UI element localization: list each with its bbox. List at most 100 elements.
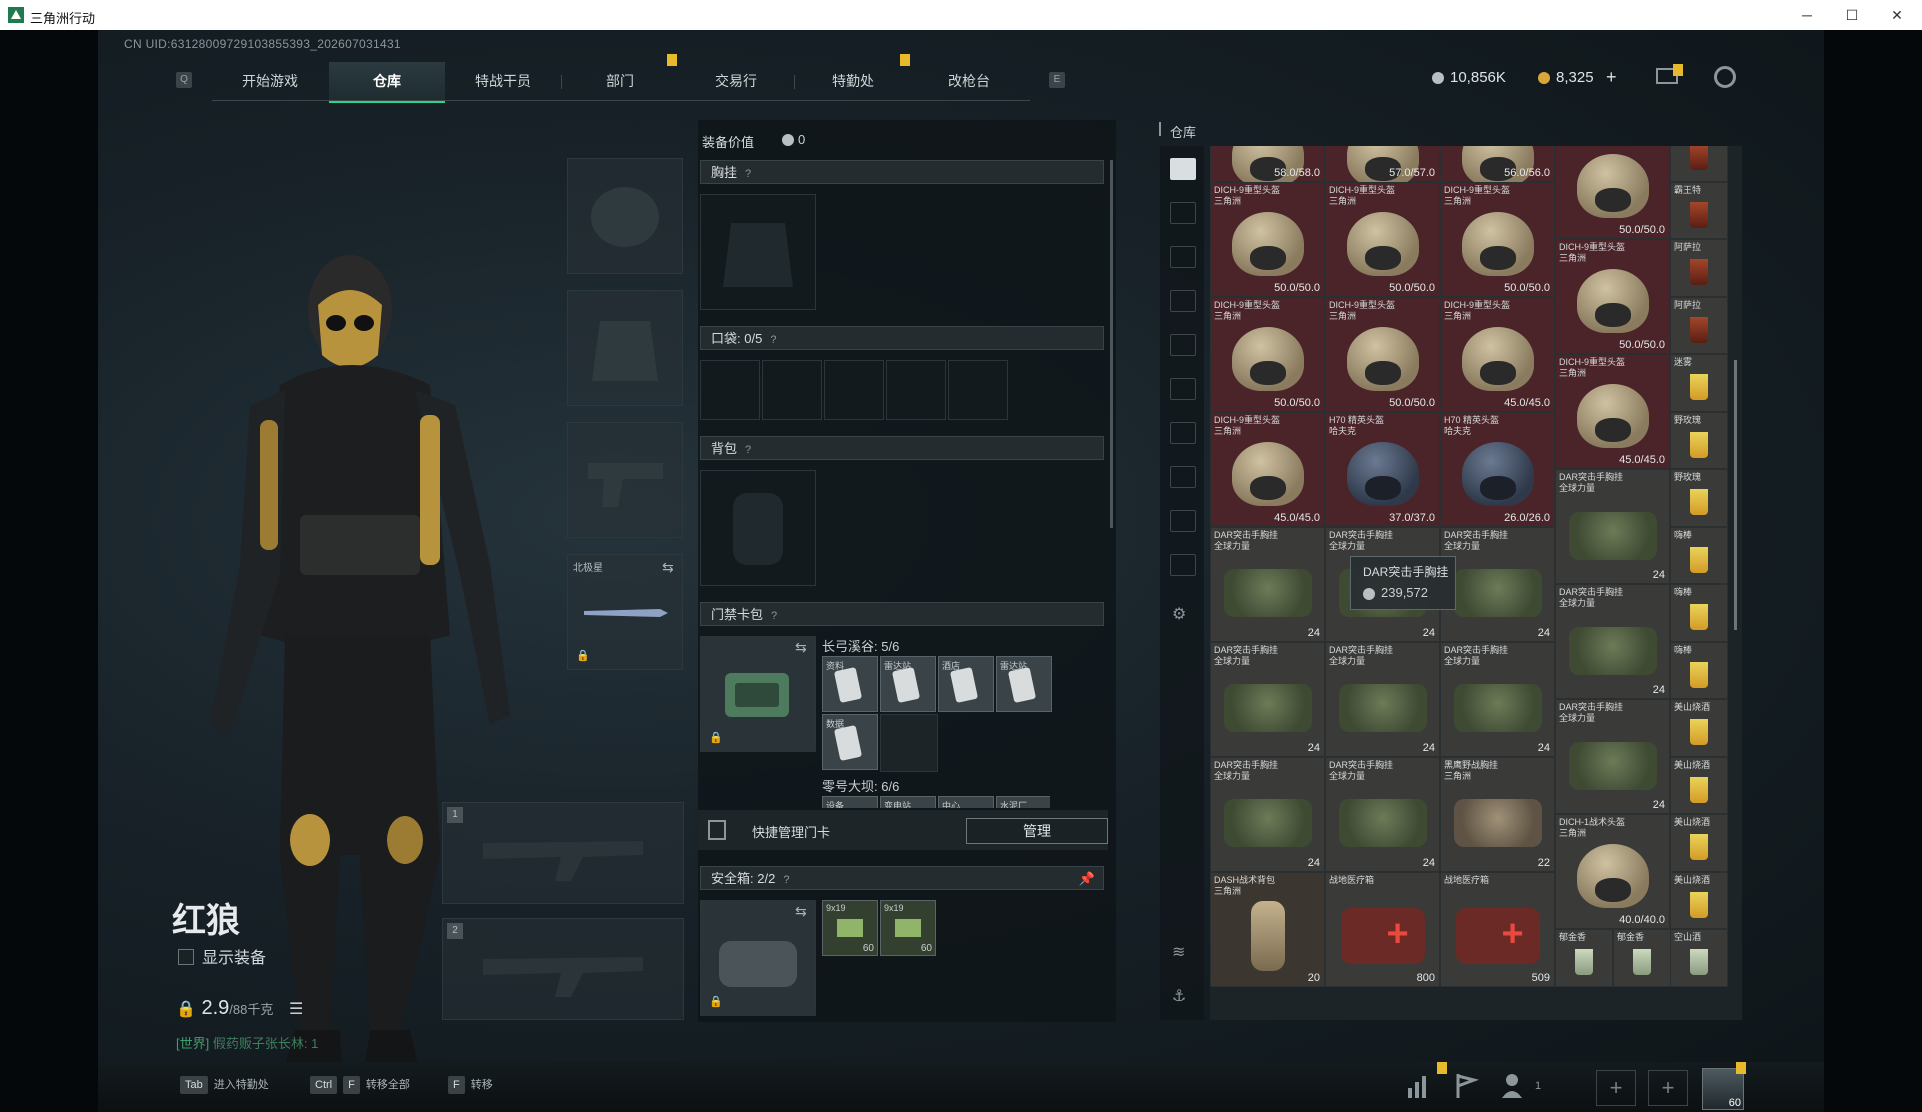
keycard[interactable]: 设备 [822,796,878,808]
warehouse-item[interactable]: 阿萨拉 [1670,296,1728,354]
warehouse-item[interactable]: 嗨棒 [1670,526,1728,584]
warehouse-item[interactable]: DASH战术背包 三角洲 20 [1210,871,1325,987]
world-chat[interactable]: [世界] 假药贩子张长林: 1 [176,1033,318,1052]
pistol-slot[interactable] [567,422,683,538]
hint-enter-special-ops[interactable]: Tab 进入特勤处 [180,1074,269,1096]
help-icon[interactable]: ? [745,438,751,462]
pocket-slot[interactable] [824,360,884,420]
primary-weapon-slot-1[interactable]: 1 [442,802,684,904]
tab-warehouse[interactable]: 仓库 [329,62,445,103]
warehouse-item[interactable]: 郁金香 [1555,929,1613,987]
warehouse-item[interactable]: 嗨棒 [1670,584,1728,642]
help-icon[interactable]: ? [771,604,777,628]
armor-slot[interactable] [567,290,683,406]
category-icon[interactable] [1170,202,1196,224]
keycard[interactable]: 数据 [822,714,878,770]
layers-icon[interactable]: ≋ [1172,942,1185,962]
pin-icon[interactable]: 📌 [1079,867,1095,891]
show-equipment-toggle[interactable]: 显示装备 [178,944,266,968]
close-button[interactable]: ✕ [1877,4,1917,26]
warehouse-item[interactable]: DAR突击手胸挂 全球力量 24 [1555,469,1670,584]
warehouse-item[interactable]: DAR突击手胸挂 全球力量 24 [1325,641,1440,757]
keycard[interactable]: 资料 [822,656,878,712]
ammo-item[interactable]: 9x19 60 [822,900,878,956]
nav-prev-key[interactable]: Q [176,72,192,88]
warehouse-item[interactable]: DAR突击手胸挂 全球力量 24 [1440,641,1555,757]
warehouse-item[interactable]: DICH-9重型头盔50.0/50.0 [1555,146,1670,239]
warehouse-item[interactable]: 空山酒 [1670,929,1728,987]
warehouse-item[interactable]: DICH-9重型头盔 三角洲 45.0/45.0 [1210,411,1325,527]
warehouse-item[interactable]: 战地医疗箱 800 [1325,871,1440,987]
category-icon[interactable] [1170,466,1196,488]
tab-start-game[interactable]: 开始游戏 [212,62,328,100]
warehouse-item[interactable]: 56.0/56.0 [1440,146,1555,187]
category-icon[interactable] [1170,422,1196,444]
tab-special-ops[interactable]: 特勤处 [795,62,911,100]
all-items-icon[interactable] [1170,158,1196,180]
warehouse-item[interactable]: DICH-9重型头盔 三角洲 45.0/45.0 [1440,296,1555,412]
category-icon[interactable] [1170,334,1196,356]
warehouse-item[interactable]: 阿萨拉 [1670,239,1728,297]
minimize-button[interactable]: ─ [1787,4,1827,26]
gear-icon[interactable]: ⚙ [1172,604,1186,624]
stats-chart-icon[interactable] [1400,1068,1436,1104]
add-currency-button[interactable]: + [1606,67,1617,88]
warehouse-item[interactable]: 霸王特 [1670,146,1728,182]
warehouse-item[interactable]: DICH-9重型头盔 三角洲 45.0/45.0 [1555,354,1670,469]
checkbox-icon[interactable] [178,949,194,965]
ammo-item[interactable]: 9x19 60 [880,900,936,956]
warehouse-item[interactable]: 57.0/57.0 [1325,146,1440,187]
manage-button[interactable]: 管理 [966,818,1108,844]
warehouse-item[interactable]: H70 精英头盔 哈夫克 26.0/26.0 [1440,411,1555,527]
add-teammate-button[interactable]: + [1648,1070,1688,1106]
melee-slot[interactable]: 北极星 ⇆ 🔒 [567,554,683,670]
safe-box-slot[interactable]: ⇆ 🔒 [700,900,816,1016]
anchor-icon[interactable]: ⚓ [1172,986,1186,1006]
tab-trading[interactable]: 交易行 [678,62,794,100]
warehouse-item[interactable]: DAR突击手胸挂 全球力量 24 [1210,756,1325,872]
tab-operators[interactable]: 特战干员 [445,62,561,100]
category-icon[interactable] [1170,510,1196,532]
pocket-slot[interactable] [886,360,946,420]
help-icon[interactable]: ? [783,868,789,892]
flag-icon[interactable] [1448,1068,1484,1104]
keycard-empty-slot[interactable] [880,714,938,772]
warehouse-item[interactable]: 野玫瑰 [1670,411,1728,469]
keycard[interactable]: 雷达站 [996,656,1052,712]
warehouse-item[interactable]: 美山烧酒 [1670,756,1728,814]
help-icon[interactable]: ? [770,328,776,352]
helmet-slot[interactable] [567,158,683,274]
nav-next-key[interactable]: E [1049,72,1065,88]
keycard[interactable]: 酒店 [938,656,994,712]
friends-icon[interactable] [1498,1068,1534,1104]
warehouse-item[interactable]: 美山烧酒 [1670,814,1728,872]
warehouse-item[interactable]: DICH-9重型头盔 三角洲 50.0/50.0 [1440,181,1555,297]
hint-transfer[interactable]: F 转移 [448,1074,493,1096]
settings-gear-icon[interactable] [1714,66,1736,88]
equipment-scrollbar[interactable] [1110,160,1113,528]
warehouse-item[interactable]: DICH-9重型头盔 三角洲 50.0/50.0 [1325,181,1440,297]
warehouse-item[interactable]: 郁金香 [1613,929,1671,987]
warehouse-item[interactable]: DICH-9重型头盔 三角洲 50.0/50.0 [1325,296,1440,412]
warehouse-item[interactable]: 美山烧酒 [1670,699,1728,757]
player-avatar[interactable]: 60 [1702,1068,1744,1110]
warehouse-item[interactable]: DAR突击手胸挂 全球力量 24 [1555,584,1670,699]
swap-icon[interactable]: ⇆ [795,903,807,920]
warehouse-item[interactable]: DAR突击手胸挂 全球力量 24 [1440,526,1555,642]
warehouse-item[interactable]: DAR突击手胸挂 全球力量 24 [1210,526,1325,642]
warehouse-item[interactable]: 霸王特 [1670,181,1728,239]
backpack-slot[interactable] [700,470,816,586]
help-icon[interactable]: ? [745,162,751,186]
chest-rig-slot[interactable] [700,194,816,310]
category-icon[interactable] [1170,290,1196,312]
warehouse-item[interactable]: DAR突击手胸挂 全球力量 24 [1210,641,1325,757]
keycard-bag-slot[interactable]: ⇆ 🔒 [700,636,816,752]
pocket-slot[interactable] [762,360,822,420]
maximize-button[interactable]: ☐ [1832,4,1872,26]
warehouse-item[interactable]: DICH-1战术头盔 三角洲 40.0/40.0 [1555,814,1670,929]
warehouse-item[interactable]: DICH-9重型头盔 三角洲 50.0/50.0 [1210,181,1325,297]
warehouse-item[interactable]: DAR突击手胸挂 全球力量 24 [1325,756,1440,872]
warehouse-item[interactable]: 美山烧酒 [1670,871,1728,929]
warehouse-item[interactable]: 嗨棒 [1670,641,1728,699]
warehouse-item[interactable]: 58.0/58.0 [1210,146,1325,187]
